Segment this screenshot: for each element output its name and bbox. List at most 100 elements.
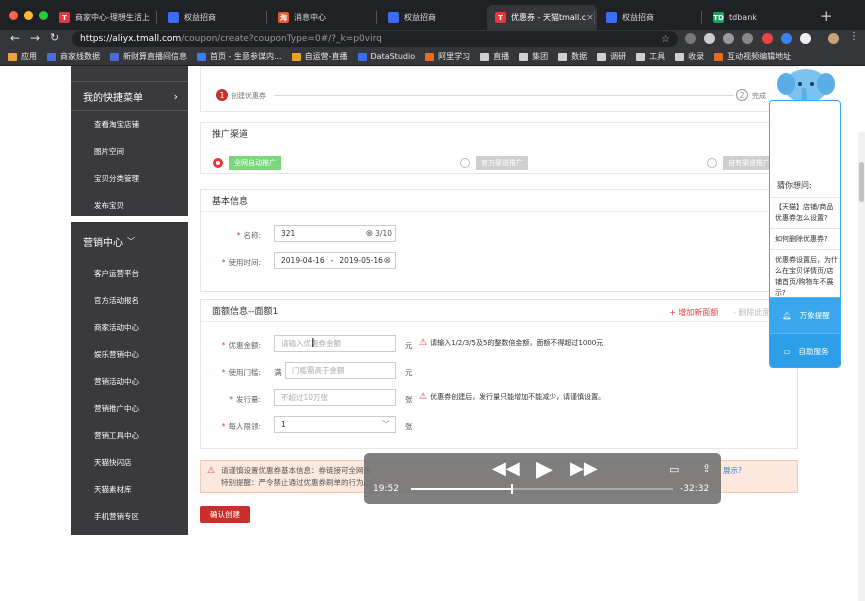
bookmark-item[interactable]: 商家线数据 bbox=[47, 51, 100, 62]
name-input[interactable]: 321 ⊗ 3/10 bbox=[274, 225, 396, 242]
channel-option-2[interactable]: 自有渠道推广 bbox=[707, 156, 775, 170]
extension-icon[interactable] bbox=[704, 33, 715, 44]
notice-link[interactable]: 展示? bbox=[723, 465, 742, 477]
new-tab-button[interactable]: + bbox=[820, 7, 833, 25]
sidebar-quick-item[interactable]: 宝贝分类管理 bbox=[71, 165, 188, 192]
bookmark-item[interactable]: 集团 bbox=[519, 51, 548, 62]
assistant-title: 猜你想问: bbox=[770, 176, 840, 198]
radio-icon[interactable] bbox=[707, 158, 717, 168]
window-controls bbox=[9, 11, 48, 20]
channel-option-label: 自有渠道推广 bbox=[723, 156, 775, 170]
close-tab-icon[interactable]: × bbox=[586, 13, 594, 23]
bookmark-label: 集团 bbox=[532, 52, 549, 61]
bookmark-item[interactable]: 新财算直播间信息 bbox=[110, 51, 187, 62]
sidebar-quick-item[interactable]: 图片空间 bbox=[71, 138, 188, 165]
date-range-picker[interactable]: 2019-04-16 - 2019-05-16 ⊗ bbox=[274, 252, 396, 269]
browser-tab[interactable]: 淘消息中心 bbox=[270, 5, 375, 30]
confirm-create-button[interactable]: 确认创建 bbox=[200, 506, 250, 523]
play-icon[interactable]: ▶ bbox=[536, 457, 553, 482]
back-icon[interactable]: ← bbox=[10, 31, 20, 45]
bookmark-item[interactable]: 工具 bbox=[636, 51, 665, 62]
extension-icon[interactable] bbox=[723, 33, 734, 44]
sidebar-quick-item[interactable]: 发布宝贝 bbox=[71, 192, 188, 219]
issue-warning: ⚠ 优惠券创建后，发行量只能增加不能减少，请谨慎设置。 bbox=[419, 392, 606, 402]
bookmark-item[interactable]: 应用 bbox=[8, 51, 37, 62]
progress-bar[interactable] bbox=[411, 484, 673, 494]
radio-selected-icon[interactable] bbox=[213, 158, 223, 168]
close-window-button[interactable] bbox=[9, 11, 18, 20]
bookmark-item[interactable]: 阿里学习 bbox=[425, 51, 470, 62]
bookmark-item[interactable]: 互动视频编辑地址 bbox=[714, 51, 791, 62]
browser-tab-strip: T 商家中心-理想生活上 权益招商 淘消息中心 权益招商 T 优惠券 - 天猫tmall.c… bbox=[0, 0, 865, 30]
browser-tab[interactable]: 权益招商 bbox=[380, 5, 485, 30]
channel-option-1[interactable]: 官方渠道推广 bbox=[460, 156, 528, 170]
tab-favicon-icon: 淘 bbox=[278, 12, 289, 23]
self-service-button[interactable]: ▭ 自助服务 bbox=[770, 333, 840, 367]
sidebar-marketing-item[interactable]: 天猫快闪店 bbox=[71, 449, 188, 476]
bookmark-item[interactable]: 收录 bbox=[675, 51, 704, 62]
sidebar-marketing-item[interactable]: 官方活动报名 bbox=[71, 287, 188, 314]
notify-button[interactable]: 🔔︎ 万象提醒 bbox=[770, 297, 840, 333]
extension-icon[interactable] bbox=[685, 33, 696, 44]
assistant-panel: 猜你想问: 【天猫】店铺/商品优惠券怎么设置? 如何删除优惠券? 优惠券设置后，为什… bbox=[769, 100, 841, 368]
maximize-window-button[interactable] bbox=[39, 11, 48, 20]
marketing-menu-header[interactable]: 营销中心 ﹀ bbox=[71, 222, 188, 260]
limit-select[interactable]: 1 ﹀ bbox=[274, 416, 396, 433]
extension-icon[interactable] bbox=[742, 33, 753, 44]
minimize-window-button[interactable] bbox=[24, 11, 33, 20]
browser-tab[interactable]: 权益招商 bbox=[160, 5, 265, 30]
assistant-question[interactable]: 优惠券设置后，为什么在宝贝详情页/店铺首页/购物车不展示? bbox=[770, 250, 840, 304]
avatar[interactable] bbox=[828, 33, 839, 44]
clear-icon[interactable]: ⊗ bbox=[383, 256, 391, 266]
bookmark-item[interactable]: 自运营-直播 bbox=[291, 51, 348, 62]
browser-tab[interactable]: T 商家中心-理想生活上 bbox=[51, 5, 156, 30]
assistant-question[interactable]: 如何删除优惠券? bbox=[770, 229, 840, 250]
threshold-unit: 元 bbox=[405, 368, 413, 377]
bookmark-item[interactable]: 调研 bbox=[597, 51, 626, 62]
page-scrollbar[interactable] bbox=[858, 132, 865, 601]
bell-icon: 🔔︎ bbox=[782, 311, 792, 320]
extension-icon[interactable] bbox=[781, 33, 792, 44]
address-bar[interactable]: https://aliyx.tmall.com/coupon/create?co… bbox=[72, 31, 678, 47]
sidebar-marketing-item[interactable]: 天猫素材库 bbox=[71, 476, 188, 503]
share-icon[interactable]: ⇪ bbox=[702, 462, 711, 475]
bookmark-star-icon[interactable]: ☆ bbox=[661, 34, 670, 45]
browser-tab[interactable]: T 优惠券 - 天猫tmall.c × bbox=[487, 5, 597, 30]
add-amount-button[interactable]: + 增加新面额 bbox=[669, 307, 718, 318]
fast-forward-icon[interactable]: ▶▶ bbox=[570, 458, 598, 479]
sidebar-marketing-item[interactable]: 客户运营平台 bbox=[71, 260, 188, 287]
progress-handle[interactable] bbox=[510, 484, 513, 494]
sidebar-quick-item[interactable]: 查看淘宝店铺 bbox=[71, 111, 188, 138]
sidebar-marketing-item[interactable]: 娱乐营销中心 bbox=[71, 341, 188, 368]
extension-icon[interactable] bbox=[800, 33, 811, 44]
sidebar-marketing-item[interactable]: 营销工具中心 bbox=[71, 422, 188, 449]
sidebar-marketing-item[interactable]: 营销活动中心 bbox=[71, 368, 188, 395]
channel-option-0[interactable]: 全网自动推广 bbox=[213, 156, 281, 170]
name-label: * 名称: bbox=[236, 231, 261, 240]
sidebar-marketing-item[interactable]: 营销推广中心 bbox=[71, 395, 188, 422]
name-char-count: 3/10 bbox=[375, 229, 392, 238]
bookmark-item[interactable]: 首页 - 生意参谋内... bbox=[197, 51, 282, 62]
tab-separator bbox=[156, 11, 157, 24]
sidebar-marketing-item[interactable]: 手机营销专区 bbox=[71, 503, 188, 530]
forward-icon[interactable]: → bbox=[30, 31, 40, 45]
airplay-icon[interactable]: ▭ bbox=[669, 463, 679, 476]
radio-icon[interactable] bbox=[460, 158, 470, 168]
reload-icon[interactable]: ↻ bbox=[50, 31, 59, 44]
sidebar-marketing-item[interactable]: 商家活动中心 bbox=[71, 314, 188, 341]
browser-tab[interactable]: 权益招商 bbox=[598, 5, 703, 30]
threshold-input[interactable]: 门槛需高于金额 bbox=[285, 362, 396, 379]
rewind-icon[interactable]: ◀◀ bbox=[492, 458, 520, 479]
issue-input[interactable]: 不超过10万张 bbox=[274, 389, 396, 406]
extension-icon[interactable] bbox=[762, 33, 773, 44]
bookmark-item[interactable]: DataStudio bbox=[357, 52, 415, 61]
menu-icon[interactable]: ⋮ bbox=[849, 31, 859, 42]
coupon-amount-input[interactable]: 请输入优惠券金额 bbox=[274, 335, 396, 352]
start-date: 2019-04-16 bbox=[281, 256, 325, 265]
clear-icon[interactable]: ⊗ bbox=[366, 229, 374, 239]
bookmark-item[interactable]: 直播 bbox=[480, 51, 509, 62]
assistant-question[interactable]: 【天猫】店铺/商品优惠券怎么设置? bbox=[770, 197, 840, 229]
bookmark-item[interactable]: 数据 bbox=[558, 51, 587, 62]
browser-tab[interactable]: TD tdbank bbox=[705, 5, 815, 30]
quick-menu-header[interactable]: 我的快捷菜单 › bbox=[71, 81, 188, 111]
